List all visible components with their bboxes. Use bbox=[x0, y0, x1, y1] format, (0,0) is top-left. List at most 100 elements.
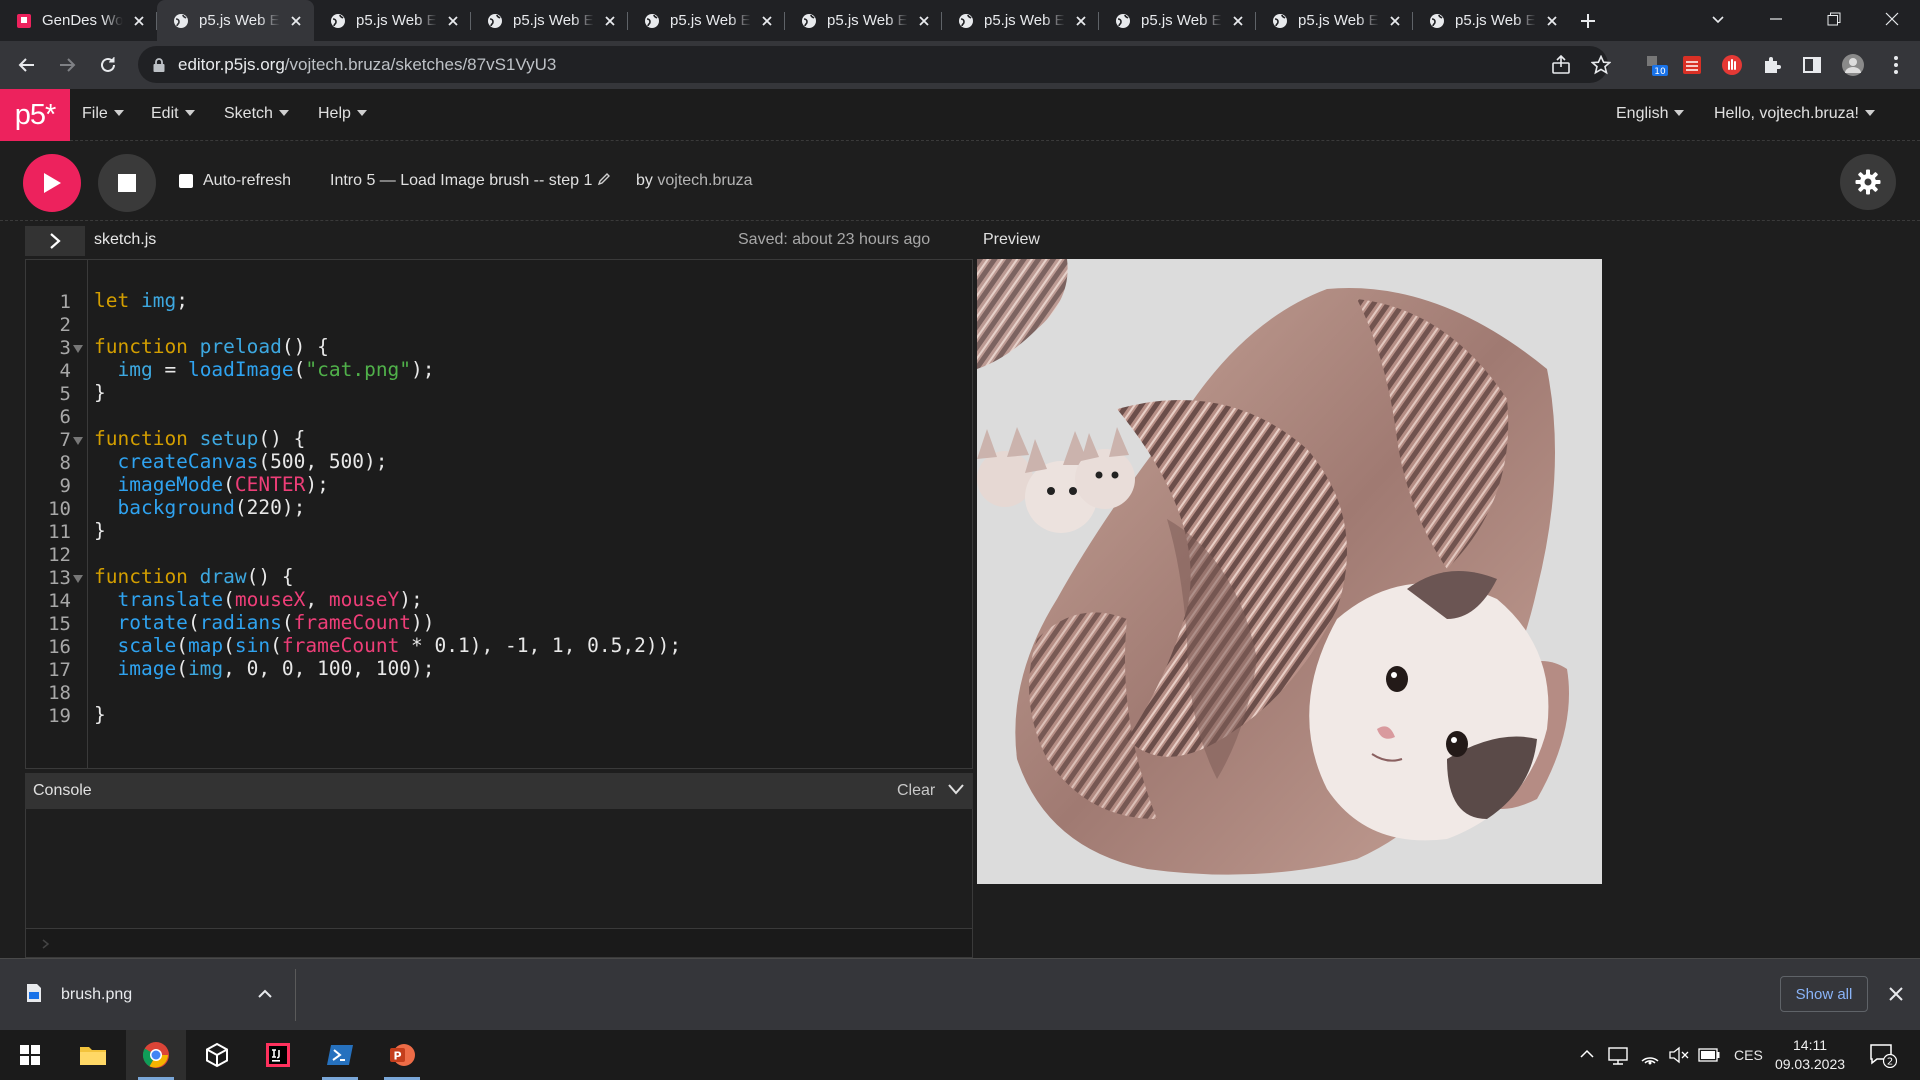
line-number: 7 bbox=[59, 429, 71, 451]
close-tab-icon[interactable] bbox=[916, 13, 932, 29]
stack-extension-icon[interactable] bbox=[1680, 53, 1704, 77]
sketch-canvas[interactable] bbox=[977, 259, 1602, 884]
close-icon[interactable] bbox=[1889, 987, 1903, 1001]
line-number: 14 bbox=[48, 590, 71, 612]
show-all-downloads-button[interactable]: Show all bbox=[1780, 976, 1868, 1012]
network-icon[interactable] bbox=[1608, 1045, 1628, 1065]
close-icon bbox=[1885, 12, 1899, 26]
svg-text:2: 2 bbox=[1887, 1057, 1893, 1068]
input-language[interactable]: CES bbox=[1734, 1047, 1763, 1063]
browser-tab[interactable]: p5.js Web E bbox=[471, 0, 628, 41]
close-tab-icon[interactable] bbox=[1073, 13, 1089, 29]
close-tab-icon[interactable] bbox=[1387, 13, 1403, 29]
taskbar-unity[interactable] bbox=[187, 1030, 247, 1080]
auto-refresh-checkbox[interactable] bbox=[179, 174, 193, 188]
start-button[interactable] bbox=[0, 1030, 60, 1080]
sidebar-toggle-button[interactable] bbox=[25, 226, 85, 256]
fold-arrow-icon[interactable] bbox=[73, 345, 83, 353]
pencil-icon[interactable] bbox=[597, 172, 611, 186]
fold-arrow-icon[interactable] bbox=[73, 437, 83, 445]
taskbar-intellij[interactable] bbox=[248, 1030, 308, 1080]
gear-icon bbox=[1855, 169, 1881, 195]
battery-icon[interactable] bbox=[1698, 1048, 1720, 1062]
browser-tab-active[interactable]: p5.js Web E bbox=[157, 0, 314, 41]
chevron-right-icon bbox=[50, 233, 61, 249]
close-tab-icon[interactable] bbox=[602, 13, 618, 29]
settings-button[interactable] bbox=[1840, 154, 1896, 210]
restore-button[interactable] bbox=[1806, 0, 1862, 38]
browser-tab[interactable]: p5.js Web E bbox=[314, 0, 471, 41]
browser-tab[interactable]: p5.js Web E bbox=[942, 0, 1099, 41]
browser-tab[interactable]: p5.js Web E bbox=[785, 0, 942, 41]
taskbar-chrome[interactable] bbox=[126, 1030, 186, 1080]
console-clear-button[interactable]: Clear bbox=[897, 782, 964, 800]
console-output bbox=[25, 809, 973, 928]
minimize-icon bbox=[1770, 18, 1782, 20]
taskbar-powerpoint[interactable]: P bbox=[372, 1030, 432, 1080]
browser-tab[interactable]: p5.js Web E bbox=[1413, 0, 1570, 41]
minimize-button[interactable] bbox=[1748, 0, 1804, 38]
chevron-down-icon[interactable] bbox=[947, 783, 964, 795]
browser-tab[interactable]: p5.js Web E bbox=[1099, 0, 1256, 41]
file-name: sketch.js bbox=[94, 231, 157, 248]
fold-arrow-icon[interactable] bbox=[73, 575, 83, 583]
p5-logo[interactable]: p5* bbox=[0, 89, 70, 141]
browser-tab[interactable]: GenDes Wo bbox=[0, 0, 157, 41]
speaker-muted-icon[interactable] bbox=[1668, 1045, 1690, 1065]
menu-file[interactable]: File bbox=[82, 105, 124, 123]
kebab-menu-icon[interactable] bbox=[1884, 53, 1908, 77]
close-tab-icon[interactable] bbox=[1230, 13, 1246, 29]
windows-logo-icon bbox=[20, 1045, 40, 1065]
menu-help[interactable]: Help bbox=[318, 105, 367, 123]
bookmark-star-icon[interactable] bbox=[1591, 55, 1611, 75]
browser-tab[interactable]: p5.js Web E bbox=[1256, 0, 1413, 41]
menu-sketch[interactable]: Sketch bbox=[224, 105, 289, 123]
line-number: 19 bbox=[48, 705, 71, 727]
close-tab-icon[interactable] bbox=[288, 13, 304, 29]
sketch-name[interactable]: Intro 5 — Load Image brush -- step 1 bbox=[330, 172, 611, 190]
author-link[interactable]: vojtech.bruza bbox=[657, 172, 752, 189]
taskbar-powershell[interactable] bbox=[310, 1030, 370, 1080]
back-button[interactable] bbox=[11, 49, 43, 81]
play-button[interactable] bbox=[23, 154, 81, 212]
share-icon[interactable] bbox=[1551, 55, 1571, 75]
notification-center-icon[interactable]: 2 bbox=[1869, 1042, 1897, 1068]
stop-button[interactable] bbox=[98, 154, 156, 212]
puzzle-extension-icon[interactable] bbox=[1760, 53, 1784, 77]
globe-icon bbox=[1272, 13, 1288, 29]
user-menu[interactable]: Hello, vojtech.bruza! bbox=[1714, 105, 1875, 123]
tray-expand-icon[interactable] bbox=[1580, 1049, 1594, 1059]
hand-extension-icon[interactable] bbox=[1720, 53, 1744, 77]
close-tab-icon[interactable] bbox=[759, 13, 775, 29]
profile-avatar[interactable] bbox=[1841, 53, 1865, 77]
side-panel-icon[interactable] bbox=[1800, 53, 1824, 77]
svg-text:P: P bbox=[393, 1050, 401, 1063]
reload-button[interactable] bbox=[92, 49, 124, 81]
tab-title: p5.js Web E bbox=[984, 12, 1065, 29]
menu-edit[interactable]: Edit bbox=[151, 105, 195, 123]
new-tab-button[interactable] bbox=[1570, 0, 1606, 41]
p5-red-icon bbox=[16, 13, 32, 29]
tab-search-button[interactable] bbox=[1690, 0, 1746, 38]
line-number: 9 bbox=[59, 475, 71, 497]
close-tab-icon[interactable] bbox=[1544, 13, 1560, 29]
wifi-icon[interactable] bbox=[1640, 1045, 1660, 1065]
console-input[interactable] bbox=[25, 928, 973, 958]
language-menu[interactable]: English bbox=[1616, 105, 1685, 123]
tab-title: p5.js Web E bbox=[513, 12, 594, 29]
close-window-button[interactable] bbox=[1864, 0, 1920, 38]
code-editor[interactable]: 1 2 3 4 5 6 7 8 9 10 11 12 13 14 15 16 1… bbox=[25, 259, 973, 769]
browser-tab[interactable]: p5.js Web E bbox=[628, 0, 785, 41]
extension-badge-icon[interactable]: 10 bbox=[1644, 53, 1668, 77]
arrow-right-icon bbox=[60, 58, 76, 72]
system-clock[interactable]: 14:11 09.03.2023 bbox=[1770, 1036, 1850, 1074]
address-bar[interactable]: editor.p5js.org/vojtech.bruza/sketches/8… bbox=[138, 46, 1611, 83]
chevron-up-icon[interactable] bbox=[258, 989, 272, 999]
close-tab-icon[interactable] bbox=[445, 13, 461, 29]
line-number: 12 bbox=[48, 544, 71, 566]
line-number: 16 bbox=[48, 636, 71, 658]
close-tab-icon[interactable] bbox=[131, 13, 147, 29]
download-item[interactable]: brush.png bbox=[61, 986, 132, 1004]
taskbar-file-explorer[interactable] bbox=[63, 1030, 123, 1080]
forward-button[interactable] bbox=[51, 49, 83, 81]
